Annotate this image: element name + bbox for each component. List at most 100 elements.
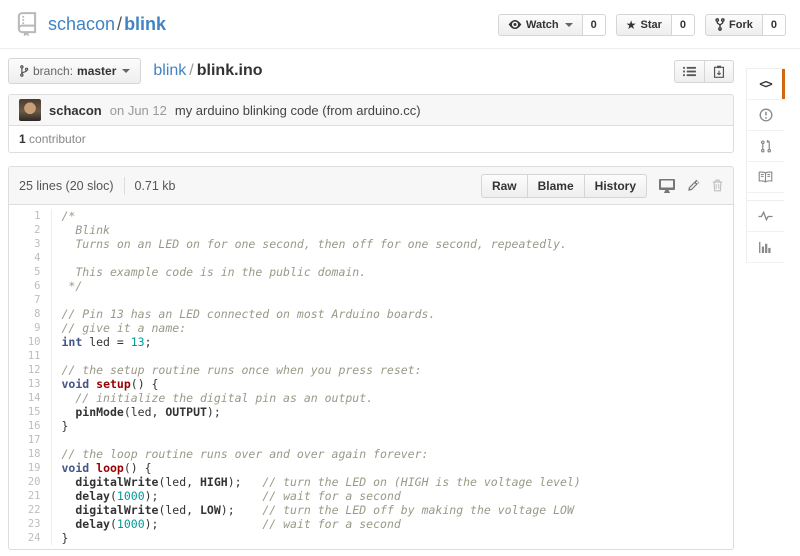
repo-name-link[interactable]: blink xyxy=(124,14,166,34)
raw-button[interactable]: Raw xyxy=(481,174,528,198)
code-text: */ xyxy=(51,279,733,293)
file-list-button[interactable] xyxy=(674,60,705,83)
line-number[interactable]: 17 xyxy=(9,433,51,447)
code-text: int led = 13; xyxy=(51,335,733,349)
issue-circle-icon xyxy=(759,108,773,122)
commit-message-link[interactable]: my arduino blinking code (from arduino.c… xyxy=(175,103,421,118)
code-icon: <> xyxy=(759,77,771,91)
star-label: Star xyxy=(641,19,662,31)
code-text: digitalWrite(led, HIGH); // turn the LED… xyxy=(51,475,733,489)
line-number[interactable]: 23 xyxy=(9,517,51,531)
repo-owner-link[interactable]: schacon xyxy=(48,14,115,34)
delete-file-button[interactable] xyxy=(712,179,723,192)
line-number[interactable]: 8 xyxy=(9,307,51,321)
line-number[interactable]: 5 xyxy=(9,265,51,279)
line-number[interactable]: 2 xyxy=(9,223,51,237)
breadcrumb-repo-link[interactable]: blink xyxy=(153,62,186,79)
sidebar-item-wiki[interactable] xyxy=(747,162,784,193)
code-line: 2 Blink xyxy=(9,223,733,237)
contributors-bar[interactable]: 1 contributor xyxy=(9,125,733,152)
breadcrumb-file-name: blink.ino xyxy=(197,62,263,79)
line-number[interactable]: 21 xyxy=(9,489,51,503)
file-navigation: branch: master blink/blink.ino xyxy=(8,58,734,84)
line-number[interactable]: 7 xyxy=(9,293,51,307)
line-number[interactable]: 6 xyxy=(9,279,51,293)
code-line: 22 digitalWrite(led, LOW); // turn the L… xyxy=(9,503,733,517)
history-button[interactable]: History xyxy=(584,174,647,198)
line-number[interactable]: 16 xyxy=(9,419,51,433)
code-line: 16} xyxy=(9,419,733,433)
line-number[interactable]: 4 xyxy=(9,251,51,265)
code-text: pinMode(led, OUTPUT); xyxy=(51,405,733,419)
branch-name: master xyxy=(77,64,116,78)
line-number[interactable]: 11 xyxy=(9,349,51,363)
delete-trash-icon xyxy=(712,179,723,192)
code-line: 24} xyxy=(9,531,733,545)
chevron-down-icon xyxy=(565,23,573,27)
line-number[interactable]: 12 xyxy=(9,363,51,377)
line-number[interactable]: 19 xyxy=(9,461,51,475)
sidebar-item-issues[interactable] xyxy=(747,100,784,131)
star-count[interactable]: 0 xyxy=(672,14,695,36)
sidebar-item-graphs[interactable] xyxy=(747,232,784,263)
sidebar-item-pulse[interactable] xyxy=(747,201,784,232)
code-text: // the loop routine runs over and over a… xyxy=(51,447,733,461)
file-lines-info: 25 lines (20 sloc) xyxy=(19,179,114,193)
line-number[interactable]: 15 xyxy=(9,405,51,419)
open-in-desktop-icon xyxy=(659,179,675,193)
copy-path-button[interactable] xyxy=(704,60,734,83)
watch-label: Watch xyxy=(526,19,559,31)
code-blob: 1/*2 Blink3 Turns on an LED on for one s… xyxy=(9,205,733,549)
code-line: 18// the loop routine runs over and over… xyxy=(9,447,733,461)
file-blob-container: 25 lines (20 sloc) 0.71 kb Raw Blame His… xyxy=(8,166,734,550)
commit-date: on Jun 12 xyxy=(110,103,167,118)
code-line: 19void loop() { xyxy=(9,461,733,475)
star-control: ★ Star 0 xyxy=(616,14,695,36)
commit-author-link[interactable]: schacon xyxy=(49,103,102,118)
sidebar-item-pull-requests[interactable] xyxy=(747,131,784,162)
line-number[interactable]: 18 xyxy=(9,447,51,461)
star-button[interactable]: ★ Star xyxy=(616,14,672,36)
fork-label: Fork xyxy=(729,19,753,31)
line-number[interactable]: 22 xyxy=(9,503,51,517)
line-number[interactable]: 10 xyxy=(9,335,51,349)
line-number[interactable]: 9 xyxy=(9,321,51,335)
bar-chart-icon xyxy=(759,241,773,253)
code-line: 6 */ xyxy=(9,279,733,293)
repo-sidebar: <> xyxy=(746,68,784,263)
line-number[interactable]: 1 xyxy=(9,209,51,223)
code-text: } xyxy=(51,419,733,433)
branch-select-button[interactable]: branch: master xyxy=(8,58,141,84)
line-number[interactable]: 14 xyxy=(9,391,51,405)
sidebar-item-code[interactable]: <> xyxy=(747,69,784,100)
line-number[interactable]: 24 xyxy=(9,531,51,545)
line-number[interactable]: 20 xyxy=(9,475,51,489)
code-text: delay(1000); // wait for a second xyxy=(51,517,733,531)
repo-header: schacon/blink Watch 0 ★ Star 0 xyxy=(0,0,800,49)
file-list-icon xyxy=(683,66,696,77)
code-line: 9// give it a name: xyxy=(9,321,733,335)
open-in-desktop-button[interactable] xyxy=(659,179,675,193)
fork-button[interactable]: Fork xyxy=(705,14,763,36)
watch-button[interactable]: Watch xyxy=(498,14,583,36)
sidebar-separator xyxy=(747,193,784,201)
code-text xyxy=(51,251,733,265)
line-number[interactable]: 13 xyxy=(9,377,51,391)
book-icon xyxy=(758,171,773,183)
repo-book-icon xyxy=(14,11,39,38)
code-text: delay(1000); // wait for a second xyxy=(51,489,733,503)
blame-button[interactable]: Blame xyxy=(527,174,585,198)
author-avatar[interactable] xyxy=(19,99,41,121)
git-branch-icon xyxy=(19,65,29,77)
chevron-down-icon xyxy=(122,69,130,73)
edit-file-button[interactable] xyxy=(687,179,700,192)
watch-count[interactable]: 0 xyxy=(583,14,606,36)
code-line: 12// the setup routine runs once when yo… xyxy=(9,363,733,377)
code-text: Turns on an LED on for one second, then … xyxy=(51,237,733,251)
edit-pencil-icon xyxy=(687,179,700,192)
code-line: 7 xyxy=(9,293,733,307)
line-number[interactable]: 3 xyxy=(9,237,51,251)
code-line: 21 delay(1000); // wait for a second xyxy=(9,489,733,503)
fork-count[interactable]: 0 xyxy=(763,14,786,36)
code-line: 8// Pin 13 has an LED connected on most … xyxy=(9,307,733,321)
